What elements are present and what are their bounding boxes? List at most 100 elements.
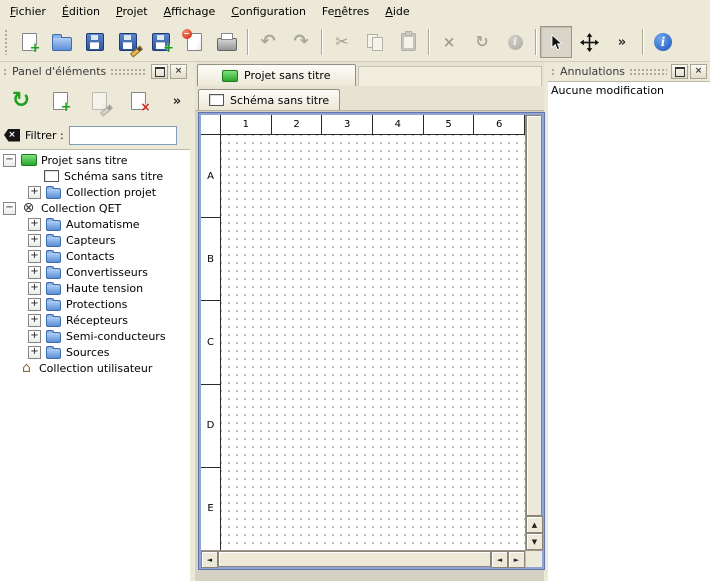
expand-icon[interactable] [28,250,41,263]
about-button[interactable]: i [647,26,679,58]
project-tabbar: Projet sans titre [195,62,544,86]
print-icon [217,33,237,51]
elements-panel-titlebar[interactable]: Panel d'éléments × [0,62,190,81]
save-all-button[interactable]: + [145,26,177,58]
tree-item[interactable]: Haute tension [0,280,190,296]
menu-configuration[interactable]: Configuration [223,2,314,21]
tree-item-label: Sources [66,346,110,359]
tree-item-label: Collection QET [41,202,121,215]
print-button[interactable] [211,26,243,58]
folder-icon [45,329,62,343]
expand-icon[interactable] [28,314,41,327]
menu-affichage[interactable]: Affichage [156,2,224,21]
close-panel-button[interactable]: × [690,64,707,79]
toolbar-extension-button[interactable]: » [606,26,638,58]
panel-extension-button[interactable]: » [168,89,186,113]
horizontal-scrollbar[interactable] [201,551,525,567]
save-as-button[interactable] [112,26,144,58]
column-ruler: 123456 [221,115,525,135]
folder-icon [45,281,62,295]
menu-fenetres[interactable]: Fenêtres [314,2,377,21]
open-project-button[interactable] [46,26,78,58]
tree-item-label: Semi-conducteurs [66,330,166,343]
save-button[interactable] [79,26,111,58]
pan-mode-button[interactable] [573,26,605,58]
collapse-icon[interactable] [3,154,16,167]
folder-icon [45,185,62,199]
expand-icon[interactable] [28,234,41,247]
tree-item[interactable]: Capteurs [0,232,190,248]
undo-panel-titlebar[interactable]: Annulations × [548,62,710,81]
reload-collections-button[interactable]: ↻ [4,84,38,118]
menu-projet[interactable]: Projet [108,2,156,21]
expand-icon[interactable] [28,298,41,311]
tree-item[interactable]: Protections [0,296,190,312]
delete-element-button[interactable]: × [121,84,155,118]
cursor-icon [549,34,564,51]
scroll-up-button[interactable] [526,516,543,533]
mdi-area: 123456 ABCDE [195,111,544,581]
new-project-button[interactable]: + [13,26,45,58]
expand-icon[interactable] [28,218,41,231]
schema-canvas[interactable] [221,135,525,550]
tree-item[interactable]: Récepteurs [0,312,190,328]
tab-schema-sans-titre[interactable]: Schéma sans titre [198,89,340,110]
schema-icon [43,170,60,182]
rotate-icon: ↻ [475,34,488,50]
scroll-left-button[interactable] [491,551,508,568]
rotate-button: ↻ [466,26,498,58]
float-panel-button[interactable] [671,64,688,79]
select-mode-button[interactable] [540,26,572,58]
scroll-right-button[interactable] [508,551,525,568]
tree-item[interactable]: ⊗Collection QET [0,200,190,216]
tree-item[interactable]: Schéma sans titre [0,168,190,184]
toolbar-grip[interactable] [4,29,9,55]
scroll-left-button[interactable] [201,551,218,568]
folder-icon [45,249,62,263]
tree-item[interactable]: Contacts [0,248,190,264]
expand-icon[interactable] [28,282,41,295]
expand-icon[interactable] [28,346,41,359]
info-gray-icon: i [508,35,523,50]
new-file-icon: + [22,33,37,51]
menu-fichier[interactable]: Fichier [2,2,54,21]
tree-item[interactable]: ⌂Collection utilisateur [0,360,190,376]
schema-view-window[interactable]: 123456 ABCDE [199,113,544,569]
schema-sheet: 123456 ABCDE [201,115,525,550]
close-project-button[interactable]: − [178,26,210,58]
tree-item[interactable]: Sources [0,344,190,360]
undo-button: ↶ [252,26,284,58]
close-panel-button[interactable]: × [170,64,187,79]
qelectrotech-window: FichierÉditionProjetAffichageConfigurati… [0,0,710,581]
float-panel-button[interactable] [151,64,168,79]
new-element-button[interactable]: + [43,84,77,118]
project-icon [222,70,238,82]
tree-item[interactable]: Collection projet [0,184,190,200]
tree-item[interactable]: Automatisme [0,216,190,232]
column-ruler-label: 4 [373,115,424,134]
project-icon [20,154,37,166]
tree-item[interactable]: Projet sans titre [0,152,190,168]
filter-row: × Filtrer : [0,121,190,149]
horizontal-scrollbar-thumb[interactable] [218,551,491,567]
expand-icon[interactable] [28,186,41,199]
undo-list[interactable]: Aucune modification [548,81,710,581]
menu-aide[interactable]: Aide [377,2,417,21]
vertical-scrollbar[interactable] [525,115,542,550]
tree-item[interactable]: Semi-conducteurs [0,328,190,344]
menu-edition[interactable]: Édition [54,2,108,21]
expand-icon[interactable] [28,266,41,279]
tree-item[interactable]: Convertisseurs [0,264,190,280]
project-tab-label: Projet sans titre [244,69,331,82]
scroll-down-button[interactable] [526,533,543,550]
expand-icon[interactable] [28,330,41,343]
undo-panel: Annulations × Aucune modification [548,62,710,581]
tree-item-label: Projet sans titre [41,154,128,167]
scrollbar-corner [525,551,542,567]
collapse-icon[interactable] [3,202,16,215]
tree-item-label: Haute tension [66,282,143,295]
workspace: Projet sans titre Schéma sans titre 1234… [195,62,544,581]
filter-input[interactable] [69,126,177,145]
vertical-scrollbar-thumb[interactable] [526,115,542,516]
tab-project-sans-titre[interactable]: Projet sans titre [197,64,356,86]
